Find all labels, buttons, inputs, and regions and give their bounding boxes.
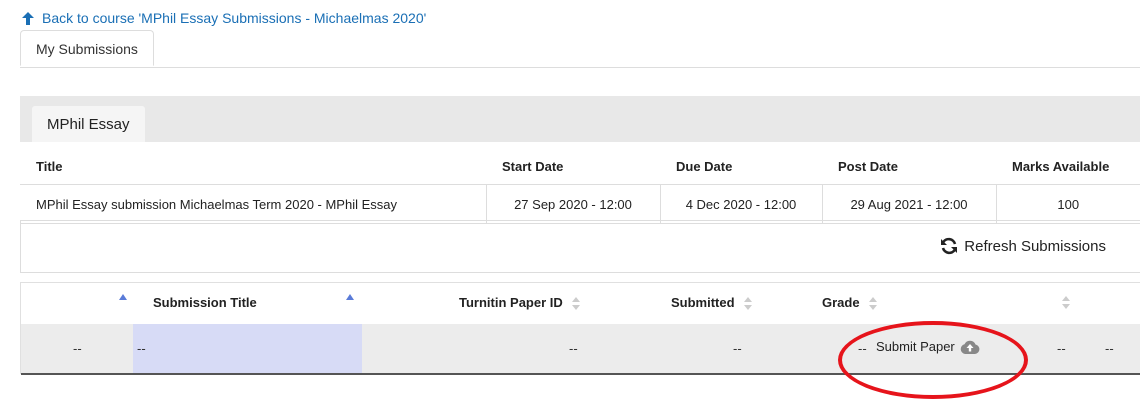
tab-bar: My Submissions [20, 30, 1140, 68]
header-marks-available: Marks Available [996, 148, 1140, 185]
refresh-submissions-button[interactable]: Refresh Submissions [940, 237, 1106, 255]
tab-my-submissions[interactable]: My Submissions [20, 30, 154, 66]
refresh-bar: Refresh Submissions [20, 220, 1140, 273]
assignment-title: MPhil Essay submission Michaelmas Term 2… [20, 184, 487, 224]
header-submission-title[interactable]: Submission Title [153, 283, 257, 323]
back-to-course-link[interactable]: Back to course 'MPhil Essay Submissions … [22, 10, 426, 26]
sort-icon [744, 297, 753, 311]
marks-available: 100 [996, 184, 1140, 224]
header-turnitin-paper-id[interactable]: Turnitin Paper ID [459, 283, 581, 323]
start-date: 27 Sep 2020 - 12:00 [486, 184, 661, 224]
cell-submitted: -- [733, 341, 742, 356]
header-grade[interactable]: Grade [822, 283, 878, 323]
cell-submission-title: -- [137, 341, 146, 356]
tab-mphil-essay[interactable]: MPhil Essay [32, 106, 145, 142]
info-header-row: Title Start Date Due Date Post Date Mark… [20, 148, 1140, 185]
header-due-date: Due Date [660, 148, 822, 185]
assignment-panel-header: MPhil Essay [20, 96, 1140, 142]
sort-asc-icon[interactable] [346, 294, 354, 300]
back-link-label: Back to course 'MPhil Essay Submissions … [42, 10, 427, 26]
header-submitted[interactable]: Submitted [671, 283, 753, 323]
sort-asc-icon[interactable] [119, 294, 127, 300]
assignment-info-table: Title Start Date Due Date Post Date Mark… [20, 148, 1140, 224]
info-row: MPhil Essay submission Michaelmas Term 2… [20, 184, 1140, 224]
header-title: Title [20, 148, 486, 185]
cell-paper-id: -- [569, 341, 578, 356]
sort-icon [572, 297, 581, 311]
annotation-circle [838, 321, 1028, 399]
refresh-label: Refresh Submissions [964, 237, 1106, 255]
cell-col1: -- [73, 341, 82, 356]
cell-col-b: -- [1105, 341, 1114, 356]
header-start-date: Start Date [486, 148, 660, 185]
title-cell-highlight [133, 324, 362, 373]
arrow-up-icon [22, 11, 34, 25]
due-date: 4 Dec 2020 - 12:00 [660, 184, 823, 224]
refresh-icon [941, 237, 958, 255]
post-date: 29 Aug 2021 - 12:00 [822, 184, 997, 224]
header-post-date: Post Date [822, 148, 996, 185]
sort-icon [869, 297, 878, 311]
cell-col-a: -- [1057, 341, 1066, 356]
sort-icon[interactable] [1062, 296, 1070, 309]
